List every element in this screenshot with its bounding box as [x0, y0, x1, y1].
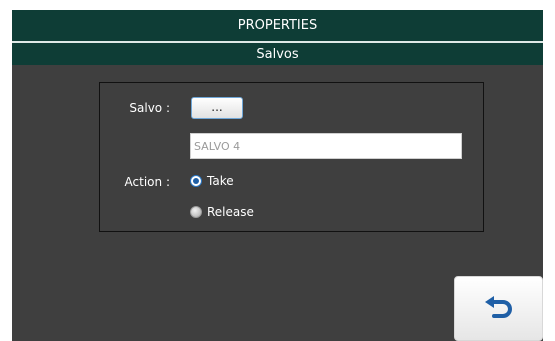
- radio-checked-icon[interactable]: [190, 175, 202, 187]
- properties-window: PROPERTIES Salvos Salvo : ... Action : T…: [12, 10, 543, 341]
- radio-unchecked-icon[interactable]: [190, 206, 202, 218]
- action-take-label: Take: [207, 174, 234, 188]
- salvo-label: Salvo :: [129, 101, 170, 115]
- action-release-label: Release: [207, 205, 254, 219]
- section-title-text: Salvos: [256, 46, 299, 62]
- page-title: PROPERTIES: [12, 10, 543, 41]
- salvo-name-field[interactable]: [190, 133, 462, 159]
- undo-arrow-icon: [484, 295, 512, 318]
- back-button[interactable]: [454, 276, 543, 341]
- salvo-properties-panel: Salvo : ... Action : Take Release: [99, 82, 484, 232]
- page-title-text: PROPERTIES: [237, 18, 318, 33]
- action-label: Action :: [124, 175, 170, 189]
- action-take-option[interactable]: Take: [190, 174, 234, 188]
- action-release-option[interactable]: Release: [190, 205, 254, 219]
- section-title: Salvos: [12, 43, 543, 65]
- salvo-browse-button[interactable]: ...: [191, 97, 243, 119]
